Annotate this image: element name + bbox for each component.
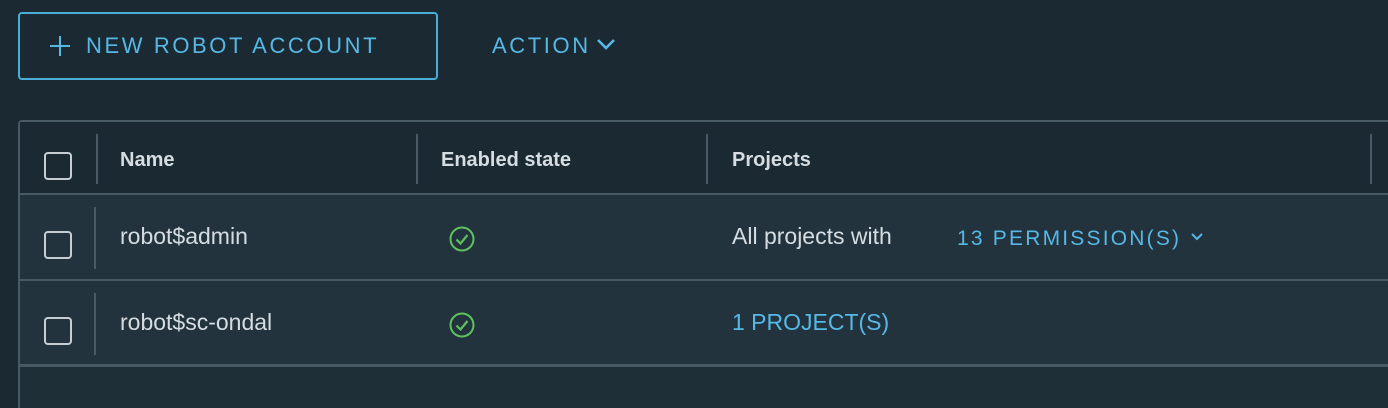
chevron-down-icon [596,39,615,50]
action-label: ACTION [492,33,591,58]
table-header-row: Name Enabled state Projects [20,122,1388,195]
permissions-link: 13 PERMISSION(S) [957,227,1182,250]
column-header-enabled-state[interactable]: Enabled state [441,122,571,195]
column-divider[interactable] [96,134,98,184]
column-divider[interactable] [1370,134,1372,184]
row-select-checkbox[interactable] [44,231,72,259]
robot-accounts-page: NEW ROBOT ACCOUNT ACTION Name Enabled st… [0,0,1388,408]
permissions-dropdown[interactable]: 13 PERMISSION(S) [957,227,1205,251]
projects-link[interactable]: 1 PROJECT(S) [732,309,889,336]
column-header-name[interactable]: Name [120,122,174,195]
select-all-checkbox[interactable] [44,152,72,180]
table-row: robot$sc-ondal 1 PROJECT(S) [20,281,1388,367]
robot-name: robot$admin [120,223,248,249]
table-row: robot$admin All projects with 13 PERMISS… [20,195,1388,281]
column-header-projects[interactable]: Projects [732,122,811,195]
new-robot-account-button[interactable]: NEW ROBOT ACCOUNT [18,12,438,80]
row-select-checkbox[interactable] [44,317,72,345]
row-divider [94,293,96,355]
plus-icon [50,36,70,56]
new-robot-account-label: NEW ROBOT ACCOUNT [86,33,380,58]
datagrid-footer [20,367,1388,408]
column-divider[interactable] [706,134,708,184]
robot-name: robot$sc-ondal [120,309,273,335]
check-circle-icon [449,226,475,252]
action-dropdown-button[interactable]: ACTION [492,12,617,80]
chevron-down-icon [1191,233,1203,241]
row-divider [94,207,96,269]
check-circle-icon [449,312,475,338]
column-divider[interactable] [416,134,418,184]
projects-text: All projects with [732,223,892,249]
robot-accounts-datagrid: Name Enabled state Projects robot$admin … [18,120,1388,408]
